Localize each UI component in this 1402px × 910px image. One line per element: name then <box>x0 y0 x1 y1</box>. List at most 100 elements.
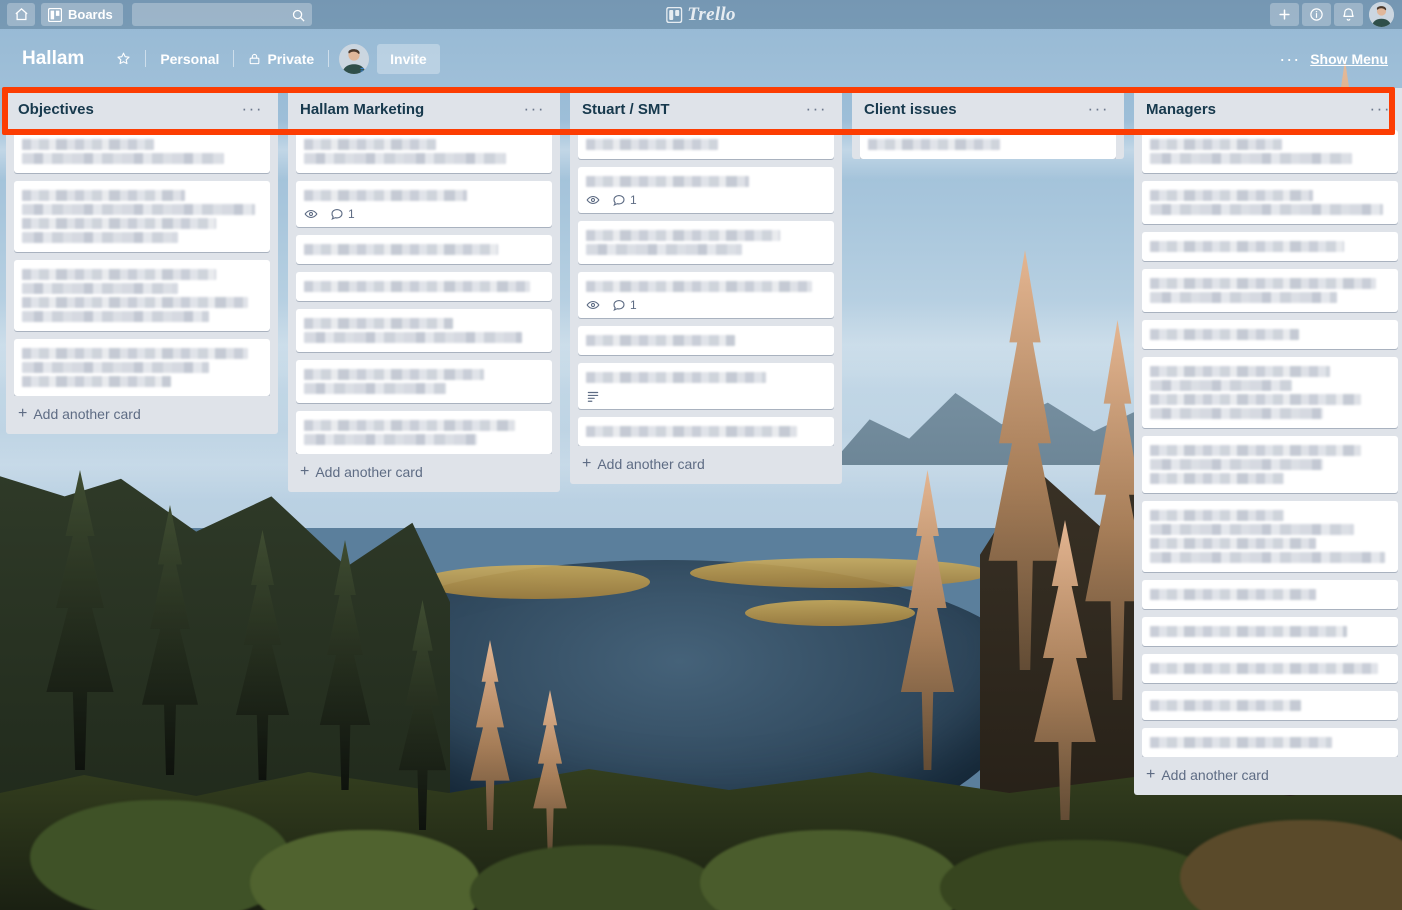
visibility-button[interactable]: Private <box>238 45 324 73</box>
board-more-menu-button[interactable]: ··· <box>1279 54 1300 64</box>
card[interactable] <box>1142 654 1398 683</box>
add-another-card-button[interactable]: +Add another card <box>570 446 842 484</box>
notifications-button[interactable] <box>1334 3 1363 26</box>
list-title-hallam-marketing[interactable]: Hallam Marketing <box>300 101 519 118</box>
card-title-redacted <box>586 426 797 437</box>
badge-comment: 1 <box>612 193 637 207</box>
list-menu-button[interactable]: ··· <box>1365 101 1396 117</box>
add-button[interactable] <box>1270 3 1299 26</box>
add-card-label: Add another card <box>33 406 140 422</box>
card-title-redacted <box>1150 278 1376 289</box>
card[interactable] <box>1142 691 1398 720</box>
plus-icon: + <box>300 465 309 479</box>
list-header: Managers··· <box>1134 88 1402 130</box>
badge-eye <box>586 298 600 312</box>
card-list <box>6 130 278 396</box>
list-title-client-issues[interactable]: Client issues <box>864 101 1083 118</box>
card[interactable] <box>1142 617 1398 646</box>
card[interactable] <box>14 181 270 252</box>
card-title-redacted <box>22 190 185 201</box>
card-title-redacted <box>1150 445 1361 456</box>
badge-eye <box>304 207 318 221</box>
boards-button[interactable]: Boards <box>41 3 123 26</box>
card-title-redacted <box>1150 153 1352 164</box>
card[interactable] <box>296 272 552 301</box>
card[interactable] <box>1142 181 1398 224</box>
card[interactable] <box>1142 728 1398 757</box>
list-title-stuart-smt[interactable]: Stuart / SMT <box>582 101 801 118</box>
badge-value: 1 <box>630 298 637 312</box>
card-title-redacted <box>22 283 178 294</box>
card[interactable] <box>1142 501 1398 572</box>
list-menu-button[interactable]: ··· <box>519 101 550 117</box>
card[interactable] <box>1142 436 1398 493</box>
card-title-redacted <box>304 318 453 329</box>
badge-value: 1 <box>348 207 355 221</box>
card-title-redacted <box>304 281 530 292</box>
avatar-image <box>339 44 369 74</box>
member-avatar[interactable] <box>339 44 369 74</box>
card-title-redacted <box>304 369 484 380</box>
description-icon <box>586 389 600 403</box>
card[interactable]: 1 <box>578 167 834 213</box>
card-list <box>852 130 1124 159</box>
card[interactable] <box>860 130 1116 159</box>
list-menu-button[interactable]: ··· <box>237 101 268 117</box>
card-title-redacted <box>22 139 154 150</box>
card[interactable] <box>578 326 834 355</box>
home-button[interactable] <box>7 3 35 26</box>
list-title-objectives[interactable]: Objectives <box>18 101 237 118</box>
card-title-redacted <box>1150 292 1337 303</box>
card[interactable] <box>1142 320 1398 349</box>
list-header: Hallam Marketing··· <box>288 88 560 130</box>
card[interactable] <box>578 417 834 446</box>
card-title-redacted <box>586 335 735 346</box>
user-avatar[interactable] <box>1369 2 1394 27</box>
visibility-label: Private <box>267 51 314 67</box>
list-menu-button[interactable]: ··· <box>1083 101 1114 117</box>
card[interactable] <box>578 363 834 409</box>
card[interactable]: 1 <box>296 181 552 227</box>
card[interactable] <box>578 221 834 264</box>
star-board-button[interactable] <box>106 45 141 72</box>
list-header: Objectives··· <box>6 88 278 130</box>
card[interactable]: 1 <box>578 272 834 318</box>
team-name-button[interactable]: Personal <box>150 45 229 73</box>
card[interactable] <box>14 130 270 173</box>
add-another-card-button[interactable]: +Add another card <box>1134 757 1402 795</box>
card-title-redacted <box>1150 737 1332 748</box>
card-title-redacted <box>22 348 248 359</box>
card[interactable] <box>1142 357 1398 428</box>
eye-icon <box>586 193 600 207</box>
search-box[interactable] <box>132 3 312 26</box>
card[interactable] <box>14 260 270 331</box>
card-title-redacted <box>868 139 1000 150</box>
add-another-card-button[interactable]: +Add another card <box>6 396 278 434</box>
card[interactable] <box>296 411 552 454</box>
search-input[interactable] <box>132 3 312 26</box>
info-button[interactable] <box>1302 3 1331 26</box>
card[interactable] <box>296 130 552 173</box>
card[interactable] <box>296 235 552 264</box>
card[interactable] <box>1142 580 1398 609</box>
card[interactable] <box>578 130 834 159</box>
badge-comment: 1 <box>612 298 637 312</box>
list-menu-button[interactable]: ··· <box>801 101 832 117</box>
trello-brand[interactable]: Trello <box>666 0 736 29</box>
invite-button[interactable]: Invite <box>377 44 440 74</box>
badge-value: 1 <box>630 193 637 207</box>
card[interactable] <box>296 360 552 403</box>
search-button[interactable] <box>290 6 308 24</box>
card[interactable] <box>1142 130 1398 173</box>
card[interactable] <box>296 309 552 352</box>
card[interactable] <box>1142 269 1398 312</box>
card[interactable] <box>1142 232 1398 261</box>
show-menu-link[interactable]: Show Menu <box>1310 51 1388 67</box>
add-another-card-button[interactable]: +Add another card <box>288 454 560 492</box>
card-title-redacted <box>586 176 749 187</box>
list-title-managers[interactable]: Managers <box>1146 101 1365 118</box>
card[interactable] <box>14 339 270 396</box>
badge-comment: 1 <box>330 207 355 221</box>
board-title[interactable]: Hallam <box>14 44 92 74</box>
lock-icon <box>248 52 261 66</box>
